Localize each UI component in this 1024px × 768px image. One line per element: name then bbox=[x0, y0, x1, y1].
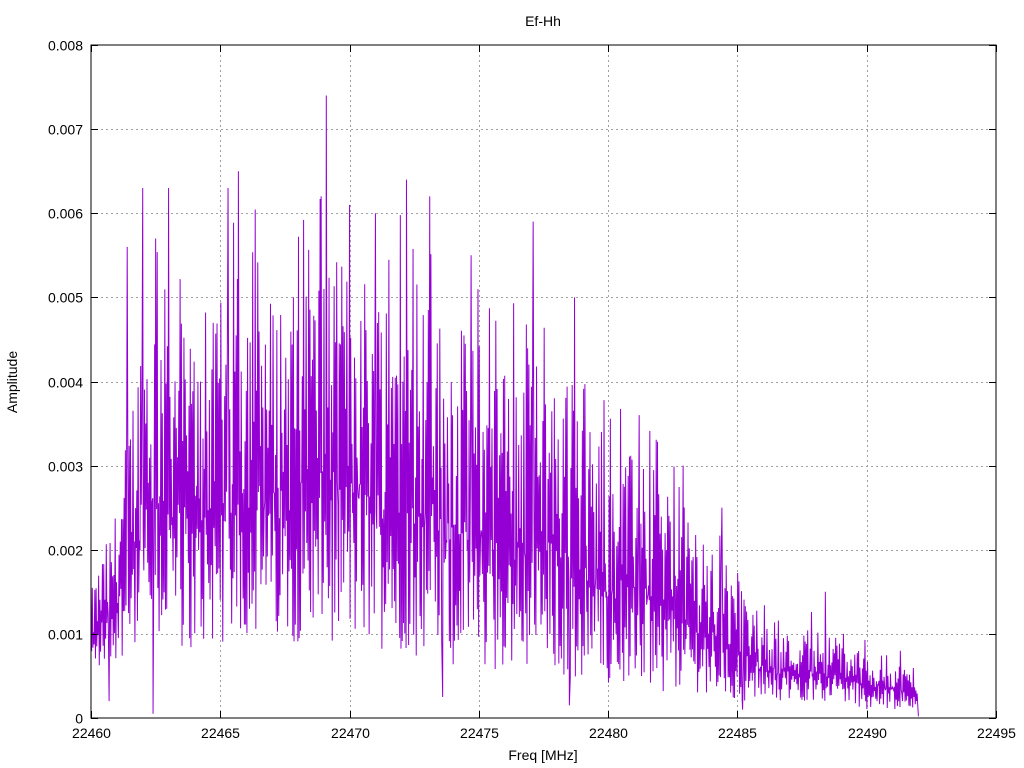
x-tick-label: 22475 bbox=[460, 725, 499, 741]
x-tick-label: 22480 bbox=[589, 725, 628, 741]
series-ef-hh bbox=[90, 95, 919, 717]
x-tick-label: 22465 bbox=[201, 725, 240, 741]
x-axis-label: Freq [MHz] bbox=[508, 747, 577, 763]
y-tick-label: 0 bbox=[75, 711, 83, 727]
series-line bbox=[90, 95, 919, 717]
y-tick-label: 0.006 bbox=[48, 206, 83, 222]
y-tick-label: 0.002 bbox=[48, 543, 83, 559]
x-tick-label: 22495 bbox=[977, 725, 1016, 741]
x-tick-label: 22470 bbox=[331, 725, 370, 741]
x-tick-label: 22490 bbox=[848, 725, 887, 741]
chart-title: Ef-Hh bbox=[525, 13, 561, 29]
y-tick-label: 0.005 bbox=[48, 290, 83, 306]
y-tick-label: 0.001 bbox=[48, 627, 83, 643]
chart: 22460 22465 22470 22475 22480 22485 22490 22495… bbox=[4, 13, 1016, 763]
y-tick-label: 0.003 bbox=[48, 459, 83, 475]
x-tick-label: 22485 bbox=[718, 725, 757, 741]
y-axis-label: Amplitude bbox=[4, 351, 20, 413]
x-tick-label: 22460 bbox=[72, 725, 111, 741]
y-tick-label: 0.004 bbox=[48, 375, 83, 391]
y-tick-label: 0.008 bbox=[48, 38, 83, 54]
y-tick-label: 0.007 bbox=[48, 122, 83, 138]
